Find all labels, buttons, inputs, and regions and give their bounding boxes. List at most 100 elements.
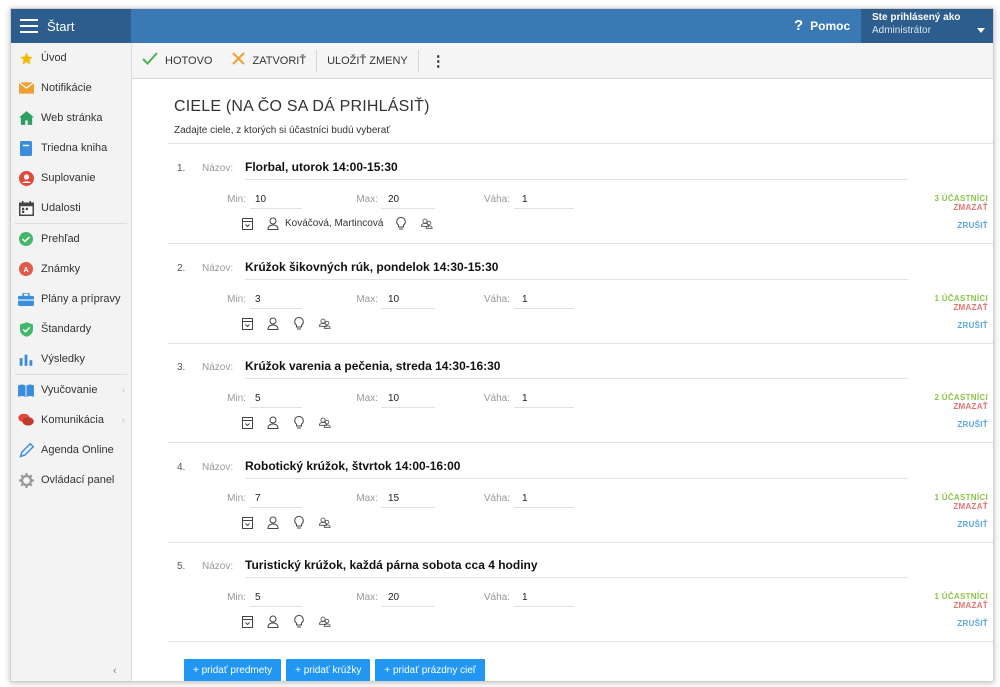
goal-name-input[interactable]: Robotický krúžok, štvrtok 14:00-16:00	[245, 459, 460, 473]
sidebar-item-agenda-online[interactable]: Agenda Online	[11, 435, 131, 465]
goal-icons	[241, 615, 345, 628]
participants-count[interactable]: 2 ÚČASTNÍCI	[934, 393, 988, 402]
delete-button[interactable]: ZMAZAŤ	[953, 303, 988, 312]
close-button[interactable]: ZATVORIŤ	[222, 43, 316, 78]
save-button[interactable]: ULOŽIŤ ZMENY	[317, 43, 418, 78]
user-menu[interactable]: Ste prihlásený ako Administrátor	[861, 9, 993, 43]
input-underline	[381, 606, 435, 607]
weight-input[interactable]: 1	[522, 592, 528, 603]
lightbulb-icon[interactable]	[293, 615, 305, 628]
more-options-icon[interactable]: ⋮	[419, 52, 458, 70]
goal-name-input[interactable]: Krúžok šikovných rúk, pondelok 14:30-15:…	[245, 260, 498, 274]
input-underline	[514, 507, 574, 508]
max-input[interactable]: 20	[388, 194, 399, 205]
cancel-button[interactable]: ZRUŠIŤ	[957, 520, 988, 529]
help-button[interactable]: ? Pomoc	[794, 17, 850, 34]
user-icon[interactable]	[267, 416, 279, 429]
users-icon[interactable]	[319, 516, 331, 529]
sidebar-item-znamky[interactable]: A Známky	[11, 254, 131, 284]
close-label: ZATVORIŤ	[252, 54, 307, 67]
min-input[interactable]: 7	[255, 493, 261, 504]
collapse-sidebar-icon[interactable]: ‹	[113, 665, 117, 677]
sidebar-item-komunikacia[interactable]: Komunikácia ›	[11, 405, 131, 435]
min-input[interactable]: 5	[255, 592, 261, 603]
calendar-icon[interactable]	[241, 516, 253, 529]
user-icon[interactable]	[267, 615, 279, 628]
name-label: Názov:	[202, 561, 234, 572]
sidebar-item-web-stranka[interactable]: Web stránka	[11, 103, 131, 133]
sidebar-item-standardy[interactable]: Štandardy	[11, 314, 131, 344]
lightbulb-icon[interactable]	[293, 317, 305, 330]
users-icon[interactable]	[319, 615, 331, 628]
user-icon[interactable]	[267, 516, 279, 529]
done-button[interactable]: HOTOVO	[132, 43, 222, 78]
cancel-button[interactable]: ZRUŠIŤ	[957, 619, 988, 628]
max-input[interactable]: 20	[388, 592, 399, 603]
max-input[interactable]: 15	[388, 493, 399, 504]
home-button[interactable]: Štart	[11, 9, 131, 43]
add-empty-goal-button[interactable]: + pridať prázdny cieľ	[375, 659, 485, 681]
lightbulb-icon[interactable]	[293, 416, 305, 429]
delete-button[interactable]: ZMAZAŤ	[953, 402, 988, 411]
participants-count[interactable]: 1 ÚČASTNÍCI	[934, 294, 988, 303]
lightbulb-icon[interactable]	[395, 217, 407, 230]
sidebar-item-plany[interactable]: Plány a prípravy	[11, 284, 131, 314]
participants-count[interactable]: 1 ÚČASTNÍCI	[934, 592, 988, 601]
coach-names[interactable]: Kováčová, Martincová	[285, 218, 383, 229]
users-icon[interactable]	[319, 317, 331, 330]
participants-count[interactable]: 3 ÚČASTNÍCI	[934, 194, 988, 203]
calendar-icon[interactable]	[241, 217, 253, 230]
delete-button[interactable]: ZMAZAŤ	[953, 601, 988, 610]
add-buttons: + pridať predmety + pridať krúžky + prid…	[184, 659, 490, 681]
weight-input[interactable]: 1	[522, 294, 528, 305]
weight-label: Váha:	[483, 294, 510, 305]
goal-name-input[interactable]: Florbal, utorok 14:00-15:30	[245, 160, 398, 174]
sidebar-item-prehlad[interactable]: Prehľad	[11, 224, 131, 254]
add-subjects-button[interactable]: + pridať predmety	[184, 659, 282, 681]
svg-text:A: A	[23, 267, 28, 274]
participants-count[interactable]: 1 ÚČASTNÍCI	[934, 493, 988, 502]
gear-icon	[18, 472, 34, 488]
sidebar-item-label: Notifikácie	[41, 82, 92, 94]
check-circle-icon	[18, 231, 34, 247]
min-input[interactable]: 3	[255, 294, 261, 305]
sidebar-item-udalosti[interactable]: Udalosti	[11, 193, 131, 223]
sidebar-item-triedna-kniha[interactable]: Triedna kniha	[11, 133, 131, 163]
sidebar-item-vysledky[interactable]: Výsledky	[11, 344, 131, 374]
sidebar-item-suplovanie[interactable]: Suplovanie	[11, 163, 131, 193]
weight-input[interactable]: 1	[522, 493, 528, 504]
users-icon[interactable]	[421, 217, 433, 230]
delete-button[interactable]: ZMAZAŤ	[953, 502, 988, 511]
delete-button[interactable]: ZMAZAŤ	[953, 203, 988, 212]
cancel-button[interactable]: ZRUŠIŤ	[957, 420, 988, 429]
sidebar-item-uvod[interactable]: Úvod	[11, 43, 131, 73]
users-icon[interactable]	[319, 416, 331, 429]
calendar-icon[interactable]	[241, 317, 253, 330]
book-icon	[18, 140, 34, 156]
add-clubs-button[interactable]: + pridať krúžky	[286, 659, 371, 681]
weight-input[interactable]: 1	[522, 393, 528, 404]
weight-input[interactable]: 1	[522, 194, 528, 205]
sidebar-item-label: Prehľad	[41, 233, 80, 245]
hamburger-icon[interactable]	[20, 19, 38, 33]
save-label: ULOŽIŤ ZMENY	[327, 54, 408, 67]
cancel-button[interactable]: ZRUŠIŤ	[957, 221, 988, 230]
goal-name-input[interactable]: Turistický krúžok, každá párna sobota cc…	[245, 558, 538, 572]
cancel-button[interactable]: ZRUŠIŤ	[957, 321, 988, 330]
max-input[interactable]: 10	[388, 393, 399, 404]
min-input[interactable]: 5	[255, 393, 261, 404]
min-label: Min:	[227, 393, 246, 404]
min-input[interactable]: 10	[255, 194, 266, 205]
max-input[interactable]: 10	[388, 294, 399, 305]
calendar-icon[interactable]	[241, 416, 253, 429]
lightbulb-icon[interactable]	[293, 516, 305, 529]
user-icon[interactable]	[267, 217, 279, 230]
max-label: Max:	[356, 294, 378, 305]
sidebar-item-ovladaci-panel[interactable]: Ovládací panel	[11, 465, 131, 495]
goal-name-input[interactable]: Krúžok varenia a pečenia, streda 14:30-1…	[245, 359, 500, 373]
calendar-icon[interactable]	[241, 615, 253, 628]
sidebar-item-notifikacie[interactable]: Notifikácie	[11, 73, 131, 103]
user-icon[interactable]	[267, 317, 279, 330]
input-underline	[245, 378, 908, 379]
sidebar-item-vyucovanie[interactable]: Vyučovanie ›	[11, 375, 131, 405]
